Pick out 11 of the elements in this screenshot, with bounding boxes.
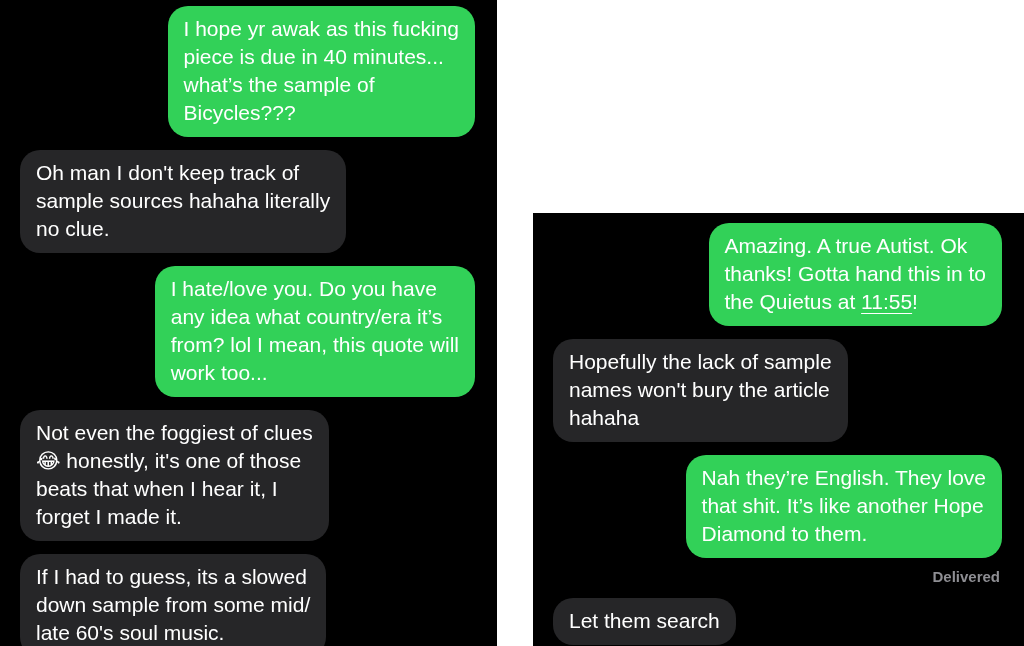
message-text: Amazing. A true Autist. Ok thanks! Gotta hand this in to the Quietus at 11:55! <box>724 233 986 315</box>
message-text: Let them search <box>569 608 720 634</box>
message-text: If I had to guess, its a slowed down sample from some mid/ late 60's soul music. <box>36 564 311 646</box>
message-text: I hate/love you. Do you have any idea what country/era it’s from? lol I mean, this quote will work too... <box>170 276 459 386</box>
time-link[interactable]: 11:55 <box>861 290 913 313</box>
delivery-status: Delivered <box>932 568 1000 585</box>
message-text: I hope yr awak as this fucking piece is due in 40 minutes... what’s the sample of Bicycles??? <box>183 16 459 126</box>
message-text: Not even the foggiest of clues 😂 honestly, it's one of those beats that when I hear it, I forget I made it. <box>36 420 313 530</box>
message-text: Hopefully the lack of sample names won't bury the article hahaha <box>569 349 832 431</box>
message-text: Nah they’re English. They love that shit. It’s like another Hope Diamond to them. <box>701 465 986 547</box>
message-text: Oh man I don't keep track of sample sources hahaha literally no clue. <box>36 160 331 242</box>
